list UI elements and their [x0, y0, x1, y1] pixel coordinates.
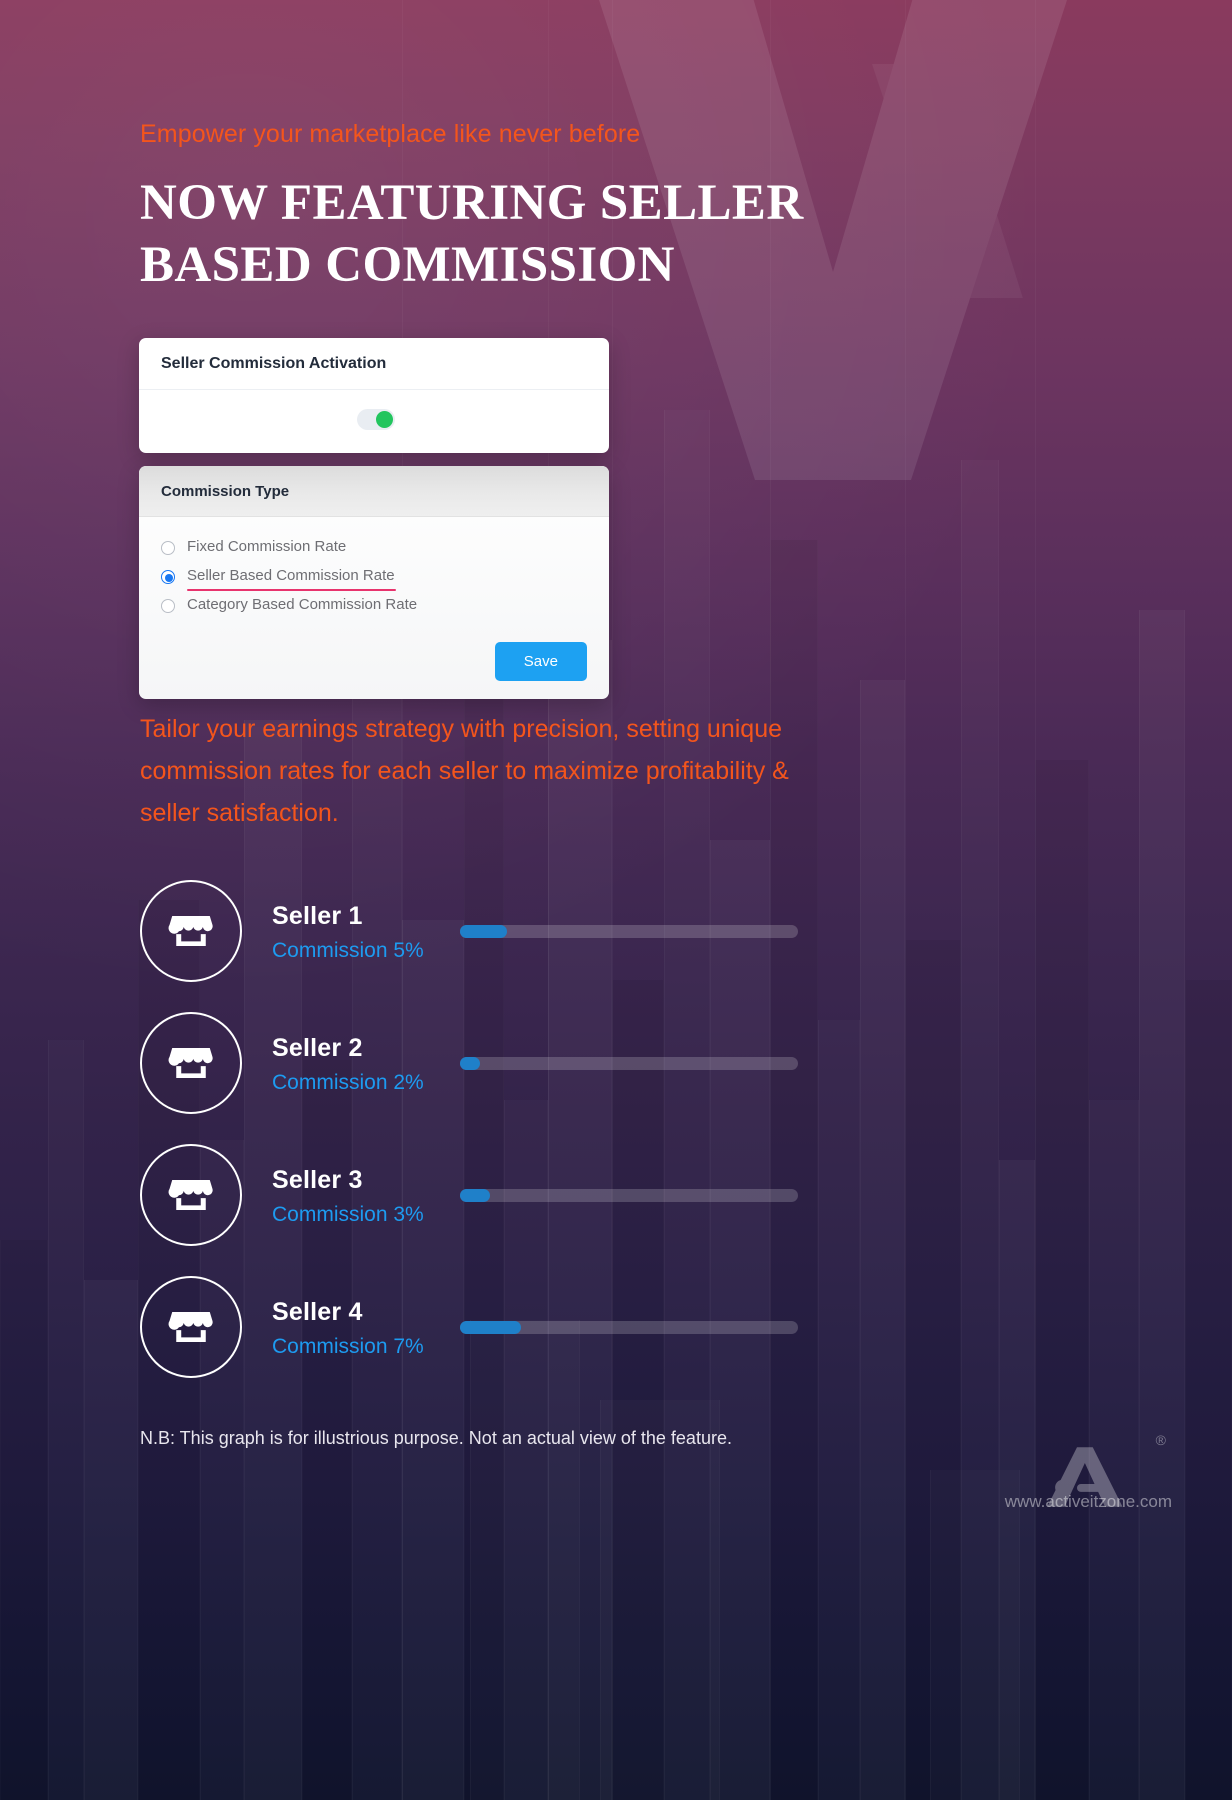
seller-commission-progress-fill — [460, 1321, 521, 1334]
seller-commission-activation-toggle[interactable] — [357, 409, 395, 430]
radio-option-fixed-commission-rate[interactable]: Fixed Commission Rate — [161, 533, 587, 562]
seller-name: Seller 4 — [272, 1298, 363, 1326]
toggle-knob — [376, 411, 393, 428]
seller-row: Seller 4 Commission 7% — [140, 1276, 1100, 1408]
seller-name: Seller 1 — [272, 902, 363, 930]
hero-description: Tailor your earnings strategy with preci… — [140, 715, 789, 827]
hero-tagline: Empower your marketplace like never befo… — [140, 120, 641, 148]
seller-row: Seller 3 Commission 3% — [140, 1144, 1100, 1276]
radio-option-category-based-commission-rate[interactable]: Category Based Commission Rate — [161, 591, 587, 620]
radio-button-icon[interactable] — [161, 598, 175, 613]
seller-commission-value: Commission 5% — [272, 939, 424, 962]
seller-commission-progress-track[interactable] — [460, 1321, 798, 1334]
seller-name: Seller 2 — [272, 1034, 363, 1062]
seller-commission-value: Commission 7% — [272, 1335, 424, 1358]
footer-note: N.B: This graph is for illustrious purpo… — [140, 1428, 732, 1448]
save-button-row: Save — [161, 642, 587, 681]
seller-name: Seller 3 — [272, 1166, 363, 1194]
commission-type-card: Commission Type Fixed Commission Rate Se… — [139, 466, 609, 699]
seller-commission-progress-track[interactable] — [460, 925, 798, 938]
radio-label: Category Based Commission Rate — [187, 596, 418, 613]
storefront-icon — [140, 1276, 242, 1378]
seller-commission-chart: Seller 1 Commission 5% Seller 2 Commissi… — [140, 880, 1100, 1408]
radio-button-selected-icon[interactable] — [161, 569, 175, 584]
radio-button-icon[interactable] — [161, 540, 175, 555]
seller-row: Seller 2 Commission 2% — [140, 1012, 1100, 1144]
seller-row: Seller 1 Commission 5% — [140, 880, 1100, 1012]
storefront-icon — [140, 1012, 242, 1114]
seller-commission-progress-track[interactable] — [460, 1057, 798, 1070]
seller-commission-progress-track[interactable] — [460, 1189, 798, 1202]
seller-commission-progress-fill — [460, 1057, 481, 1070]
storefront-icon — [140, 1144, 242, 1246]
seller-commission-value: Commission 3% — [272, 1203, 424, 1226]
seller-commission-value: Commission 2% — [272, 1071, 424, 1094]
page-title: NOW FEATURING SELLER BASED COMMISSION — [140, 175, 804, 293]
radio-label: Fixed Commission Rate — [187, 538, 347, 555]
save-button[interactable]: Save — [494, 642, 587, 681]
activation-card-body — [139, 390, 609, 453]
radio-option-seller-based-commission-rate[interactable]: Seller Based Commission Rate — [161, 562, 587, 591]
activation-card-title: Seller Commission Activation — [139, 338, 609, 390]
radio-label: Seller Based Commission Rate — [187, 567, 396, 591]
commission-type-card-title: Commission Type — [139, 466, 609, 517]
registered-trademark-mark: ® — [1155, 1432, 1166, 1448]
website-url: www.activeitzone.com — [1004, 1492, 1172, 1511]
seller-commission-progress-fill — [460, 925, 508, 938]
seller-commission-progress-fill — [460, 1189, 491, 1202]
commission-type-card-body: Fixed Commission Rate Seller Based Commi… — [139, 517, 609, 699]
storefront-icon — [140, 880, 242, 982]
seller-commission-activation-card: Seller Commission Activation — [139, 338, 609, 453]
